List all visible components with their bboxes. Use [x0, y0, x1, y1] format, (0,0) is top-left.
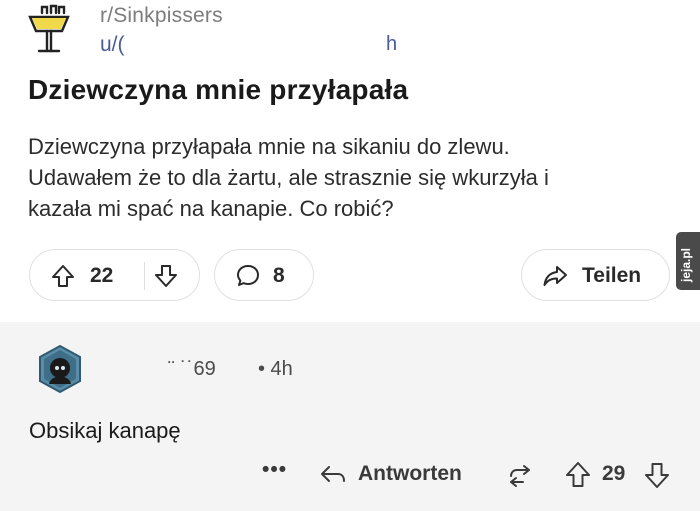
comment-text: Obsikaj kanapę [29, 418, 181, 443]
vote-divider [144, 262, 145, 290]
post-author-tail: h [386, 33, 398, 55]
subreddit-name[interactable]: r/Sinkpissers [100, 4, 223, 28]
award-share-icon[interactable] [505, 460, 535, 490]
comments-button[interactable]: 8 [214, 249, 314, 301]
comment-upvote-icon[interactable] [563, 460, 593, 490]
comment-time: • 4h [258, 358, 293, 380]
upvote-icon[interactable] [50, 263, 76, 289]
post-body-line: Udawałem że to dla żartu, ale strasznie … [28, 165, 549, 190]
vote-control: 22 [29, 249, 200, 301]
downvote-icon[interactable] [153, 263, 179, 289]
comment-bubble-icon [237, 265, 259, 286]
jeja-watermark: jeja.pl [676, 232, 700, 290]
commenter-avatar[interactable] [35, 344, 85, 394]
comment-vote-count: 29 [602, 462, 626, 485]
comment-downvote-icon[interactable] [642, 460, 672, 490]
comment-author[interactable]: ¨ ˙˙69 [168, 358, 216, 381]
post-author[interactable]: u/( [100, 33, 125, 57]
reply-button[interactable]: Antworten [358, 462, 462, 486]
watermark-text: jeja.pl [679, 247, 693, 282]
post-card: r/Sinkpissers u/( h Dziewczyna mnie przy… [0, 0, 700, 322]
upvote-count: 22 [90, 264, 114, 287]
share-label: Teilen [582, 264, 642, 287]
share-button[interactable]: Teilen [521, 249, 670, 301]
post-body-line: Dziewczyna przyłapała mnie na sikaniu do… [28, 134, 510, 159]
share-arrow-icon [543, 266, 567, 286]
comment-count: 8 [273, 264, 285, 287]
more-options-button[interactable]: ••• [262, 458, 287, 482]
post-body-line: kazała mi spać na kanapie. Co robić? [28, 196, 394, 221]
subreddit-sink-icon[interactable] [26, 2, 72, 56]
reply-arrow-icon[interactable] [318, 460, 348, 490]
post-body: Dziewczyna przyłapała mnie na sikaniu do… [28, 131, 678, 224]
post-title: Dziewczyna mnie przyłapała [28, 74, 409, 105]
